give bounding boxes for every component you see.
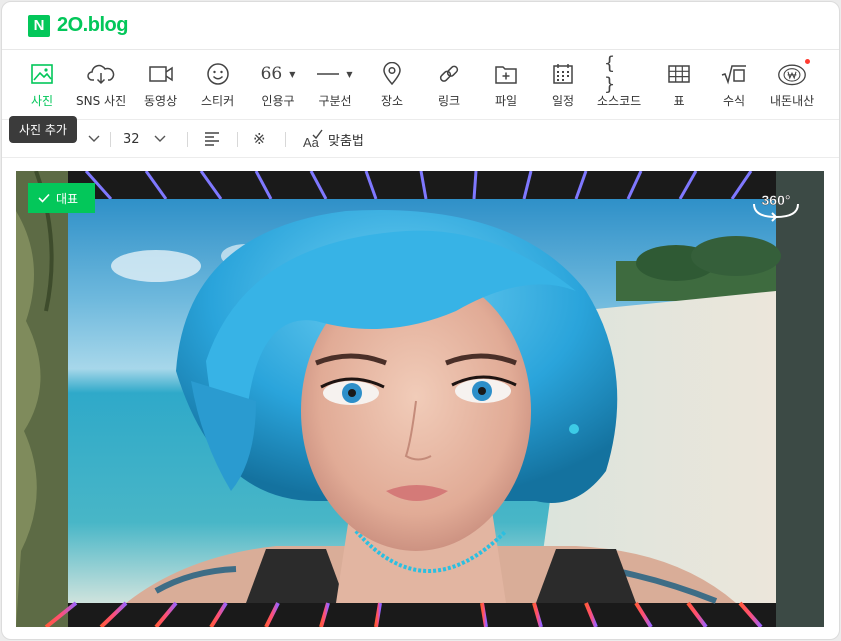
photo-image xyxy=(16,171,824,627)
toolbar-divider-button[interactable]: ▼ 구분선 xyxy=(315,60,355,110)
toolbar-label: 사진 xyxy=(30,94,54,108)
reference-mark-icon: ※ xyxy=(253,130,266,148)
toolbar-video-button[interactable]: 동영상 xyxy=(144,60,177,110)
representative-badge[interactable]: 대표 xyxy=(28,183,95,213)
font-size-select[interactable]: 32 xyxy=(123,120,166,158)
toolbar-file-button[interactable]: 파일 xyxy=(491,60,521,110)
divider xyxy=(237,132,238,147)
toolbar-photo-button[interactable]: 사진 xyxy=(27,60,57,110)
toolbar-quote-button[interactable]: 66 ▼ 인용구 xyxy=(258,60,298,110)
link-icon xyxy=(434,60,464,88)
panorama-360-icon[interactable]: 360° xyxy=(750,187,802,227)
blog-logo[interactable]: N 2O.blog xyxy=(28,14,128,37)
toolbar-label: 일정 xyxy=(551,94,575,108)
toolbar-label: SNS 사진 xyxy=(76,94,127,108)
check-icon xyxy=(38,193,50,203)
toolbar-label: 파일 xyxy=(494,94,518,108)
video-icon xyxy=(146,60,176,88)
divider xyxy=(285,132,286,147)
won-badge-icon xyxy=(777,59,811,88)
toolbar-self-purchase-button[interactable]: 내돈내산 xyxy=(770,59,815,110)
calendar-icon xyxy=(548,60,578,88)
code-braces-icon: { } xyxy=(604,53,634,95)
table-icon xyxy=(664,60,694,88)
chevron-down-icon xyxy=(154,135,166,142)
representative-label: 대표 xyxy=(56,191,79,206)
toolbar-sticker-button[interactable]: 스티커 xyxy=(201,60,234,110)
toolbar-label: 구분선 xyxy=(318,94,352,108)
cloud-download-icon xyxy=(86,60,116,88)
chevron-down-icon: ▼ xyxy=(289,69,296,79)
tooltip-add-photo: 사진 추가 xyxy=(9,116,77,143)
photo-icon xyxy=(27,60,57,88)
toolbar-label: 표 xyxy=(673,94,685,108)
toolbar-schedule-button[interactable]: 일정 xyxy=(548,60,578,110)
chevron-down-icon: ▼ xyxy=(346,69,353,79)
quote-glyph: 66 xyxy=(260,64,283,84)
font-dropdown-chevron[interactable] xyxy=(88,120,100,158)
divider-line-icon: ▼ xyxy=(315,60,355,88)
format-toolbar: 32 ※ Aa 맞춤법 xyxy=(2,120,839,158)
notification-dot xyxy=(805,59,811,64)
panorama-360-label: 360° xyxy=(762,192,791,208)
toolbar-sns-photo-button[interactable]: SNS 사진 xyxy=(76,60,126,110)
logo-text: 2O.blog xyxy=(57,14,128,36)
divider xyxy=(187,132,188,147)
quote-icon: 66 ▼ xyxy=(258,60,298,88)
font-size-value: 32 xyxy=(123,131,140,147)
toolbar-label: 내돈내산 xyxy=(770,94,815,108)
folder-plus-icon xyxy=(491,60,521,88)
header: N 2O.blog xyxy=(2,2,839,50)
toolbar-label: 스티커 xyxy=(201,94,235,108)
spellcheck-button[interactable]: Aa 맞춤법 xyxy=(302,120,364,158)
logo-n-icon: N xyxy=(28,14,50,37)
map-pin-icon xyxy=(377,60,407,88)
photo-block[interactable] xyxy=(16,171,824,627)
toolbar-table-button[interactable]: 표 xyxy=(664,60,694,110)
align-button[interactable] xyxy=(204,120,220,158)
toolbar-source-code-button[interactable]: { } 소스코드 xyxy=(597,53,642,110)
toolbar-link-button[interactable]: 링크 xyxy=(434,60,464,110)
toolbar-label: 인용구 xyxy=(261,94,295,108)
chevron-down-icon xyxy=(88,135,100,142)
code-glyph: { } xyxy=(604,53,615,95)
align-left-icon xyxy=(205,132,219,146)
toolbar-formula-button[interactable]: 수식 xyxy=(719,60,749,110)
toolbar-label: 수식 xyxy=(722,94,746,108)
divider xyxy=(110,132,111,147)
toolbar-label: 링크 xyxy=(437,94,461,108)
spellcheck-icon: Aa xyxy=(303,129,323,149)
special-char-button[interactable]: ※ xyxy=(253,120,266,158)
math-sqrt-icon xyxy=(719,60,749,88)
insert-toolbar: 사진 SNS 사진 동영상 스티커 66 ▼ 인용구 ▼ 구분선 장소 링크 파… xyxy=(2,50,839,120)
spellcheck-label: 맞춤법 xyxy=(328,133,364,149)
toolbar-label: 장소 xyxy=(380,94,404,108)
toolbar-label: 소스코드 xyxy=(597,94,642,108)
toolbar-label: 동영상 xyxy=(144,94,178,108)
toolbar-place-button[interactable]: 장소 xyxy=(377,60,407,110)
smiley-icon xyxy=(203,60,233,88)
